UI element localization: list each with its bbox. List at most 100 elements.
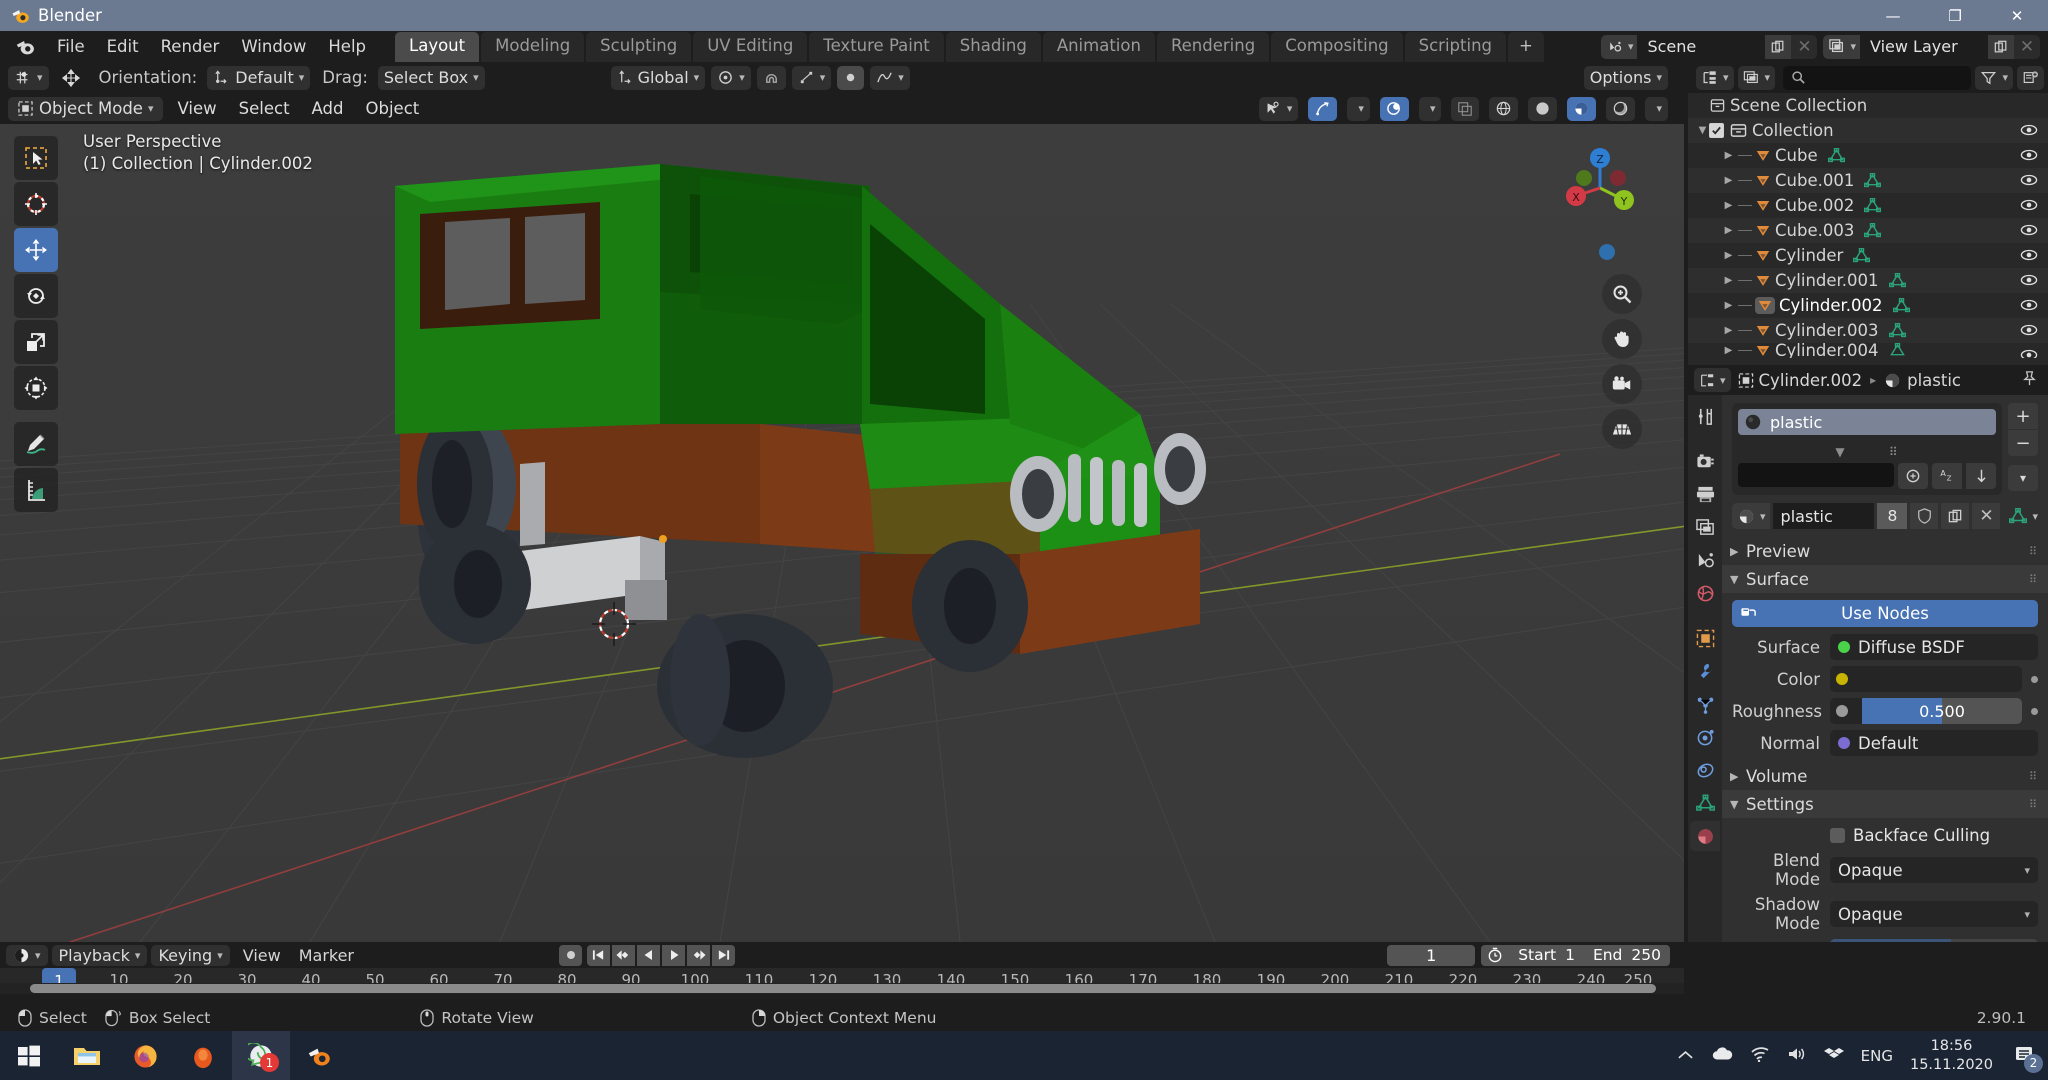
orientation-dropdown[interactable]: Default ▾: [207, 65, 311, 90]
close-button[interactable]: ✕: [1986, 0, 2048, 31]
timeline-menu-view[interactable]: View: [234, 944, 290, 967]
options-dropdown[interactable]: Options ▾: [1583, 65, 1668, 90]
tab-scripting[interactable]: Scripting: [1404, 32, 1507, 62]
breadcrumb-material-name[interactable]: plastic: [1907, 371, 1961, 390]
tab-sculpting[interactable]: Sculpting: [586, 32, 692, 62]
panel-preview[interactable]: ▶ Preview ⠿: [1722, 537, 2048, 565]
move-tool[interactable]: [14, 228, 58, 272]
object-visibility-icon[interactable]: [2020, 221, 2038, 243]
clip-threshold-slider[interactable]: [1830, 939, 2038, 942]
shading-options-dropdown[interactable]: ▾: [1645, 96, 1668, 121]
render-tab[interactable]: [1690, 446, 1720, 476]
menu-render[interactable]: Render: [150, 34, 231, 59]
view-layer-tab[interactable]: [1690, 512, 1720, 542]
snap-target-dropdown[interactable]: ▾: [791, 65, 832, 90]
new-collection-button[interactable]: [2017, 65, 2044, 90]
object-visibility-icon[interactable]: [2020, 346, 2038, 358]
move-gizmo-icon[interactable]: [55, 66, 87, 90]
proportional-edit-toggle[interactable]: [837, 65, 865, 90]
panel-volume[interactable]: ▶ Volume ⠿: [1722, 762, 2048, 790]
color-field[interactable]: [1830, 666, 2022, 692]
tab-layout[interactable]: Layout: [395, 32, 480, 62]
outliner-item-cylinder-002[interactable]: ▶ Cylinder.002: [1688, 293, 2048, 318]
shadow-mode-dropdown[interactable]: Opaque ▾: [1830, 901, 2038, 927]
playback-dropdown[interactable]: Playback ▾: [51, 944, 148, 966]
overlays-options-dropdown[interactable]: ▾: [1418, 96, 1442, 121]
fake-user-shield-icon[interactable]: [1910, 503, 1939, 529]
outliner-search-input[interactable]: [1783, 65, 1972, 90]
sort-alpha-icon[interactable]: AZ: [1932, 463, 1962, 489]
scene-selector[interactable]: ▾ Scene ✕: [1600, 34, 1818, 59]
object-visibility-icon[interactable]: [2020, 171, 2038, 193]
use-preview-range-icon[interactable]: [1481, 947, 1509, 963]
next-keyframe-button[interactable]: [687, 944, 711, 966]
object-visibility-icon[interactable]: [2020, 271, 2038, 293]
onedrive-cloud-icon[interactable]: [1711, 1046, 1733, 1066]
wifi-icon[interactable]: [1750, 1046, 1770, 1066]
backface-culling-checkbox[interactable]: [1830, 828, 1845, 843]
surface-shader-dropdown[interactable]: Diffuse BSDF: [1830, 634, 2038, 660]
browser-app-button[interactable]: [174, 1031, 232, 1080]
shading-wireframe-button[interactable]: [1489, 96, 1519, 121]
add-workspace-button[interactable]: +: [1508, 32, 1544, 62]
tweak-tool[interactable]: [14, 136, 58, 180]
shading-rendered-button[interactable]: [1606, 96, 1636, 121]
file-explorer-button[interactable]: [58, 1031, 116, 1080]
dropbox-icon[interactable]: [1823, 1046, 1844, 1066]
outliner-item-cube-001[interactable]: ▶ Cube.001: [1688, 168, 2048, 193]
rotate-tool[interactable]: [14, 274, 58, 318]
pivot-point-dropdown[interactable]: ▾: [711, 65, 751, 90]
outliner-filter-collection-dropdown[interactable]: ▾: [1737, 65, 1776, 90]
visibility-dropdown[interactable]: ▾: [1258, 96, 1299, 121]
transform-orientation-dropdown[interactable]: Global ▾: [610, 65, 706, 90]
snapping-mode-dropdown[interactable]: ▾: [8, 65, 49, 90]
object-visibility-icon[interactable]: [2020, 296, 2038, 318]
gizmo-toggle[interactable]: [1308, 96, 1338, 121]
object-visibility-icon[interactable]: [2020, 196, 2038, 218]
outliner-filter-dropdown[interactable]: ▾: [1975, 65, 2013, 90]
auto-keying-button[interactable]: [559, 944, 583, 966]
outliner-item-cylinder-001[interactable]: ▶ Cylinder.001: [1688, 268, 2048, 293]
new-scene-button[interactable]: [1765, 34, 1792, 59]
zoom-icon[interactable]: [1602, 274, 1642, 314]
end-frame-field[interactable]: End 250: [1584, 946, 1670, 964]
material-filter-input[interactable]: [1738, 463, 1894, 487]
timeline-menu-marker[interactable]: Marker: [290, 944, 363, 967]
shading-material-preview-button[interactable]: [1567, 96, 1597, 121]
collection-visibility-icon[interactable]: [2020, 121, 2038, 143]
view-layer-selector[interactable]: ▾ View Layer ✕: [1823, 34, 2040, 59]
pin-icon[interactable]: [2021, 370, 2038, 391]
blender-logo-icon[interactable]: [14, 36, 36, 58]
tab-uv-editing[interactable]: UV Editing: [693, 32, 808, 62]
panel-settings[interactable]: ▼ Settings ⠿: [1722, 790, 2048, 818]
tab-texture-paint[interactable]: Texture Paint: [809, 32, 944, 62]
material-tab[interactable]: [1690, 821, 1720, 851]
measure-tool[interactable]: [14, 468, 58, 512]
unlink-material-button[interactable]: ✕: [1972, 503, 2001, 529]
notification-center-button[interactable]: 2: [2014, 1044, 2043, 1073]
properties-panel[interactable]: ▾ Cylinder.002 ▸ plastic plastic ▼ ⠿ A Z…: [1688, 365, 2048, 942]
add-material-slot-button[interactable]: +: [2008, 403, 2038, 429]
mode-dropdown[interactable]: Object Mode ▾: [8, 96, 164, 121]
clock[interactable]: 18:56 15.11.2020: [1910, 1037, 1993, 1073]
drag-dropdown[interactable]: Select Box ▾: [377, 65, 485, 90]
physics-tab[interactable]: [1690, 722, 1720, 752]
outliner-item-cube[interactable]: ▶ Cube: [1688, 143, 2048, 168]
list-grip[interactable]: ▼ ⠿: [1732, 445, 2002, 459]
viewport-menu-add[interactable]: Add: [302, 97, 354, 121]
new-view-layer-button[interactable]: [1988, 34, 2014, 59]
object-data-tab[interactable]: [1690, 788, 1720, 818]
object-visibility-icon[interactable]: [2020, 246, 2038, 268]
outliner-item-cylinder-003[interactable]: ▶ Cylinder.003: [1688, 318, 2048, 343]
color-animate-dot[interactable]: [2031, 675, 2038, 683]
blender-taskbar-button[interactable]: [290, 1031, 348, 1080]
firefox-button[interactable]: [116, 1031, 174, 1080]
menu-help[interactable]: Help: [317, 34, 377, 59]
3d-viewport[interactable]: User Perspective (1) Collection | Cylind…: [0, 124, 1684, 942]
remove-material-slot-button[interactable]: −: [2008, 430, 2038, 456]
tab-modeling[interactable]: Modeling: [481, 32, 585, 62]
camera-view-icon[interactable]: [1602, 364, 1642, 404]
material-specials-menu[interactable]: ▾: [2008, 465, 2038, 491]
gizmo-negative-z-dot[interactable]: [1599, 244, 1615, 260]
play-reverse-button[interactable]: [637, 944, 661, 966]
